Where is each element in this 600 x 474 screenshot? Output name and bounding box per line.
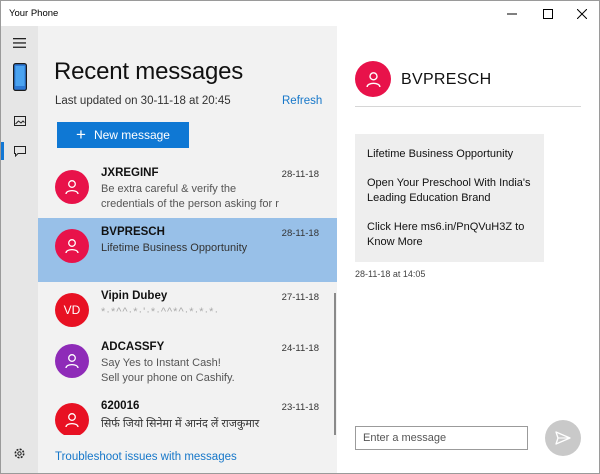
person-icon [65, 413, 79, 428]
person-icon [65, 239, 79, 254]
close-icon [577, 8, 587, 19]
avatar: VD [55, 293, 89, 327]
conversation-name: JXREGINF [101, 167, 159, 179]
conversation-preview: *·*^^·*·'·*·^^*^·*·*·*· [101, 306, 220, 318]
message-text: Open Your Preschool With India's Leading… [367, 177, 531, 204]
message-text: Click Here ms6.in/PnQVuH3Z to Know More [367, 221, 525, 248]
conversation-preview: Be extra careful & verify the [101, 183, 237, 195]
refresh-link[interactable]: Refresh [282, 95, 322, 107]
conversation-name: BVPRESCH [101, 226, 165, 238]
message-input[interactable] [355, 426, 528, 450]
conversation-date: 23-11-18 [281, 402, 319, 413]
person-icon [65, 354, 79, 369]
last-updated-text: Last updated on 30-11-18 at 20:45 [55, 95, 231, 107]
send-icon [555, 431, 571, 445]
conversation-preview: सिर्फ जियो सिनेमा में आनंद लें राजकुमार [101, 418, 260, 430]
conversation-name: 620016 [101, 400, 140, 412]
messages-icon [13, 145, 26, 157]
photos-icon [13, 116, 26, 126]
person-icon [365, 71, 381, 87]
nav-photos[interactable] [1, 112, 38, 130]
conversation-date: 28-11-18 [281, 169, 319, 180]
minimize-button[interactable] [495, 1, 529, 26]
header-divider [355, 106, 581, 107]
maximize-icon [543, 8, 553, 19]
title-bar: Your Phone [1, 1, 599, 26]
conversation-preview: Sell your phone on Cashify. [101, 372, 235, 384]
phone-icon [12, 63, 27, 91]
nav-messages[interactable] [1, 142, 38, 160]
avatar [55, 170, 89, 204]
app-title: Your Phone [9, 8, 59, 19]
contact-avatar [355, 61, 391, 97]
close-button[interactable] [565, 1, 599, 26]
conversation-preview: Say Yes to Instant Cash! [101, 357, 221, 369]
message-text: Lifetime Business Opportunity [367, 148, 514, 160]
nav-rail [1, 26, 38, 473]
conversation-list[interactable]: JXREGINF 28-11-18 Be extra careful & ver… [38, 159, 337, 435]
new-message-label: New message [93, 128, 170, 142]
minimize-icon [507, 13, 517, 14]
maximize-button[interactable] [531, 1, 565, 26]
contact-name: BVPRESCH [401, 71, 492, 88]
settings-icon [14, 448, 25, 458]
new-message-button[interactable]: + New message [57, 122, 189, 148]
avatar [55, 229, 89, 263]
message-bubble: Lifetime Business Opportunity Open Your … [355, 134, 544, 262]
avatar [55, 344, 89, 378]
conversation-date: 27-11-18 [281, 292, 319, 303]
menu-button[interactable] [1, 34, 38, 52]
conversation-preview: credentials of the person asking for r [101, 198, 279, 210]
plus-icon: + [76, 124, 86, 144]
troubleshoot-link[interactable]: Troubleshoot issues with messages [55, 451, 237, 463]
avatar-initials: VD [63, 303, 81, 317]
person-icon [65, 180, 79, 195]
conversation-date: 24-11-18 [281, 343, 319, 354]
send-button[interactable] [545, 420, 581, 456]
app-window: Your Phone Recent messages Last updated … [0, 0, 600, 474]
page-title: Recent messages [54, 58, 244, 85]
conversation-item[interactable]: ADCASSFY 24-11-18 Say Yes to Instant Cas… [38, 333, 337, 397]
avatar [55, 403, 89, 435]
conversation-date: 28-11-18 [281, 228, 319, 239]
messages-list-pane: Recent messages Last updated on 30-11-18… [38, 26, 337, 473]
conversation-pane: BVPRESCH Lifetime Business Opportunity O… [337, 26, 599, 473]
conversation-name: Vipin Dubey [101, 290, 168, 302]
settings-button[interactable] [1, 444, 38, 462]
phone-button[interactable] [1, 60, 38, 94]
conversation-item[interactable]: JXREGINF 28-11-18 Be extra careful & ver… [38, 159, 337, 223]
list-scrollbar[interactable] [334, 293, 336, 435]
conversation-item-selected[interactable]: BVPRESCH 28-11-18 Lifetime Business Oppo… [38, 218, 337, 282]
conversation-name: ADCASSFY [101, 341, 165, 353]
conversation-item[interactable]: 620016 23-11-18 सिर्फ जियो सिनेमा में आन… [38, 392, 337, 435]
message-timestamp: 28-11-18 at 14:05 [355, 269, 426, 279]
hamburger-icon [13, 38, 26, 48]
conversation-preview: Lifetime Business Opportunity [101, 242, 248, 254]
